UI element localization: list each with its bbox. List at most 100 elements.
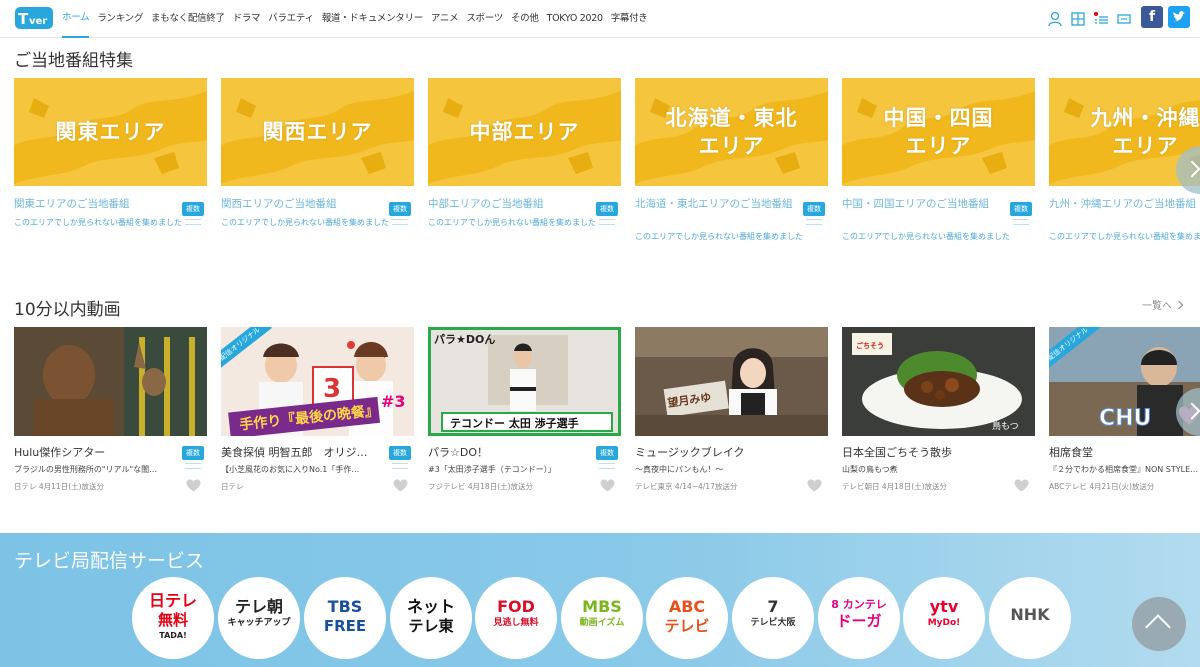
card-title[interactable]: Hulu傑作シアター [14, 446, 174, 460]
service-logo-text: NHK [1010, 605, 1050, 624]
svc-abc-tv[interactable]: ABC テレビ [646, 577, 728, 659]
nav-news-documentary[interactable]: 報道・ドキュメンタリー [322, 0, 424, 38]
video-card[interactable]: 3 手作り『最後の晩餐』 #3 配信オリジナル 美食探偵 明智五郎 オリジ… 複数 … [221, 327, 414, 506]
svc-ntv-tada[interactable]: 日テレ 無料 TADA! [132, 577, 214, 659]
card-description: このエリアでしか見られない番組を集めました [221, 218, 389, 227]
favorite-heart-icon[interactable] [807, 479, 822, 492]
list-lines-icon [599, 219, 615, 225]
service-logo-text: MBS [582, 597, 622, 616]
service-logo-subtext: テレ東 [408, 616, 454, 635]
svg-text:3: 3 [323, 374, 341, 404]
area-card[interactable]: 関西エリア 関西エリアのご当地番組 このエリアでしか見られない番組を集めました … [221, 78, 414, 266]
card-title[interactable]: 中国・四国エリアのご当地番組 [842, 198, 1002, 211]
area-label-line1: 関東エリア [55, 120, 166, 144]
favorite-heart-icon[interactable] [600, 479, 615, 492]
svc-fod[interactable]: FOD 見逃し無料 [475, 577, 557, 659]
grid-icon[interactable] [1069, 10, 1087, 28]
twitter-icon[interactable] [1168, 6, 1190, 28]
nav-tokyo2020[interactable]: TOKYO 2020 [547, 0, 603, 38]
svg-text:#3: #3 [381, 392, 406, 411]
area-thumbnail[interactable]: 関東エリア [14, 78, 207, 186]
svc-tv-osaka[interactable]: 7 テレビ大阪 [732, 577, 814, 659]
area-card[interactable]: 中国・四国 エリア 中国・四国エリアのご当地番組 このエリアでしか見られない番組… [842, 78, 1035, 266]
nav-anime[interactable]: アニメ [431, 0, 459, 38]
chevron-right-icon [1174, 300, 1184, 310]
tv-icon[interactable] [1115, 10, 1133, 28]
more-link-label: 一覧へ [1142, 301, 1172, 312]
svc-ytv-mydo[interactable]: ytv MyDo! [903, 577, 985, 659]
svg-text:鳥もつ: 鳥もつ [992, 420, 1019, 432]
area-label-line1: 九州・沖縄 [1090, 106, 1200, 130]
svg-text:パラ★DOん: パラ★DOん [434, 333, 495, 346]
video-thumbnail[interactable]: 3 手作り『最後の晩餐』 #3 配信オリジナル [221, 327, 414, 436]
header-icons [1046, 10, 1138, 28]
services-title: テレビ局配信サービス [14, 550, 205, 572]
area-card[interactable]: 北海道・東北 エリア 北海道・東北エリアのご当地番組 このエリアでしか見られない… [635, 78, 828, 266]
nav-drama[interactable]: ドラマ [233, 0, 261, 38]
service-logo-subtext: テレビ大阪 [750, 617, 796, 628]
card-description: ブラジルの男性刑務所の"リアル"な闇… [14, 465, 158, 474]
multi-badge: 複数 [596, 202, 618, 216]
video-thumbnail[interactable]: ごちそう 鳥もつ [842, 327, 1035, 436]
nav-variety[interactable]: バラエティ [268, 0, 314, 38]
tver-logo[interactable]: T ver [14, 4, 54, 34]
video-card[interactable]: 望月みゆ ミュージックブレイク ～真夜中にパンもん！～ テレビ東京 4/14~4… [635, 327, 828, 506]
card-broadcast-info: テレビ朝日 4月18日(土)放送分 [842, 482, 948, 491]
multi-badge: 複数 [803, 202, 825, 216]
card-title[interactable]: 美食探偵 明智五郎 オリジ… [221, 446, 381, 460]
area-thumbnail[interactable]: 中部エリア [428, 78, 621, 186]
service-logo-text: 8 カンテレ [831, 598, 887, 611]
card-title[interactable]: 日本全国ごちそう散歩 [842, 446, 1002, 460]
area-card[interactable]: 関東エリア 関東エリアのご当地番組 このエリアでしか見られない番組を集めました … [14, 78, 207, 266]
nav-sports[interactable]: スポーツ [466, 0, 503, 38]
area-thumbnail[interactable]: 北海道・東北 エリア [635, 78, 828, 186]
svc-net-teletou[interactable]: ネット テレ東 [390, 577, 472, 659]
chevron-right-icon [1183, 160, 1200, 178]
user-icon[interactable] [1046, 10, 1064, 28]
nav-ending-soon[interactable]: まもなく配信終了 [151, 0, 225, 38]
video-card[interactable]: Hulu傑作シアター 複数 ブラジルの男性刑務所の"リアル"な闇… 日テレ 4月… [14, 327, 207, 506]
svc-tbs-free[interactable]: TBS FREE [304, 577, 386, 659]
video-thumbnail[interactable]: 望月みゆ [635, 327, 828, 436]
area-label: 関東エリア [14, 118, 207, 146]
video-card[interactable]: ごちそう 鳥もつ 日本全国ごちそう散歩 山梨の鳥もつ煮 テレビ朝日 4月18日(土… [842, 327, 1035, 506]
card-broadcast-info: テレビ東京 4/14~4/17放送分 [635, 482, 738, 491]
header: T ver ホーム ランキング まもなく配信終了 ドラマ バラエティ 報道・ドキ… [0, 0, 1200, 38]
multi-badge: 複数 [182, 446, 204, 460]
list-icon[interactable] [1092, 10, 1110, 28]
favorite-heart-icon[interactable] [186, 479, 201, 492]
card-title[interactable]: ミュージックブレイク [635, 446, 795, 460]
video-thumbnail[interactable] [14, 327, 207, 436]
nav-other[interactable]: その他 [511, 0, 539, 38]
nav-subtitles[interactable]: 字幕付き [611, 0, 648, 38]
area-label: 中国・四国 エリア [842, 104, 1035, 160]
area-thumbnail[interactable]: 中国・四国 エリア [842, 78, 1035, 186]
card-title[interactable]: 相席食堂 [1049, 446, 1200, 460]
video-card[interactable]: パラ★DOん テコンドー 太田 渉子選手 パラ☆DO！ 複数 #3「太田渉子選手（… [428, 327, 621, 506]
local-section-title: ご当地番組特集 [14, 51, 133, 71]
svc-nhk[interactable]: NHK [989, 577, 1071, 659]
nav-home[interactable]: ホーム [62, 0, 90, 38]
card-title[interactable]: パラ☆DO！ [428, 446, 588, 460]
area-thumbnail[interactable]: 関西エリア [221, 78, 414, 186]
service-logo-text: ytv [929, 597, 959, 616]
card-title[interactable]: 中部エリアのご当地番組 [428, 198, 588, 211]
card-title[interactable]: 関東エリアのご当地番組 [14, 198, 174, 211]
scroll-top-button[interactable] [1132, 597, 1186, 651]
svc-kantele-douga[interactable]: 8 カンテレ ドーガ [818, 577, 900, 659]
card-title[interactable]: 関西エリアのご当地番組 [221, 198, 381, 211]
card-title[interactable]: 九州・沖縄エリアのご当地番組 [1049, 198, 1200, 211]
card-title[interactable]: 北海道・東北エリアのご当地番組 [635, 198, 795, 211]
favorite-heart-icon[interactable] [393, 479, 408, 492]
svc-teleasa-catchup[interactable]: テレ朝 キャッチアップ [218, 577, 300, 659]
video-thumbnail[interactable]: パラ★DOん テコンドー 太田 渉子選手 [428, 327, 621, 436]
facebook-icon[interactable]: f [1141, 6, 1163, 28]
short-more-link[interactable]: 一覧へ [1142, 297, 1184, 312]
card-broadcast-info: 日テレ [221, 482, 244, 491]
favorite-heart-icon[interactable] [1014, 479, 1029, 492]
nav-ranking[interactable]: ランキング [97, 0, 143, 38]
multi-badge: 複数 [596, 446, 618, 460]
svc-mbs-douga-ism[interactable]: MBS 動画イズム [561, 577, 643, 659]
area-label: 中部エリア [428, 118, 621, 146]
area-card[interactable]: 中部エリア 中部エリアのご当地番組 このエリアでしか見られない番組を集めました … [428, 78, 621, 266]
